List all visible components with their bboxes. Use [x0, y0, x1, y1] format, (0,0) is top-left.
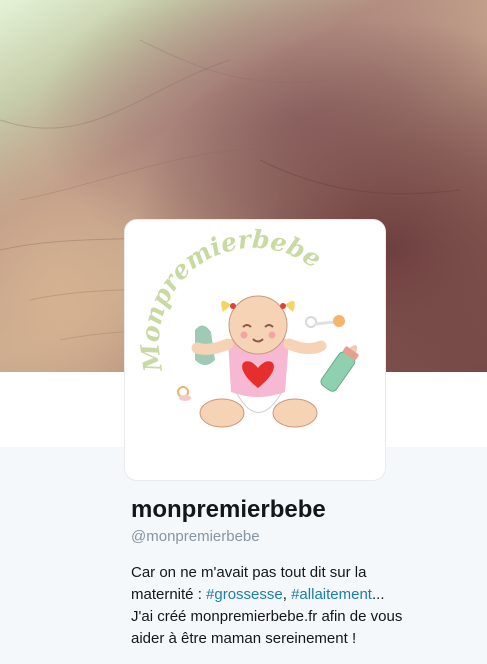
profile-card: monpremierbebe @monpremierbebe Car on ne… — [131, 496, 471, 650]
profile-avatar[interactable]: Monpremierbebe.fr — [124, 219, 386, 481]
bio-line-4: aider à être maman sereinement ! — [131, 630, 357, 647]
bio-ellipsis: ... — [371, 586, 385, 603]
profile-handle[interactable]: @monpremierbebe — [131, 527, 471, 547]
hashtag-link-allaitement[interactable]: #allaitement — [291, 586, 372, 603]
bio-separator: , — [282, 586, 292, 603]
profile-bio: Car on ne m'avait pas tout dit sur la ma… — [131, 562, 471, 650]
bio-line-3: J'ai créé monpremierbebe.fr afin de vous — [131, 608, 403, 625]
baby-logo-icon: Monpremierbebe.fr — [125, 220, 359, 428]
hashtag-link-grossesse[interactable]: #grossesse — [206, 586, 283, 603]
bio-line-2-prefix: maternité : — [131, 586, 207, 603]
bio-line-1: Car on ne m'avait pas tout dit sur la — [131, 564, 367, 581]
profile-name[interactable]: monpremierbebe — [131, 496, 471, 524]
